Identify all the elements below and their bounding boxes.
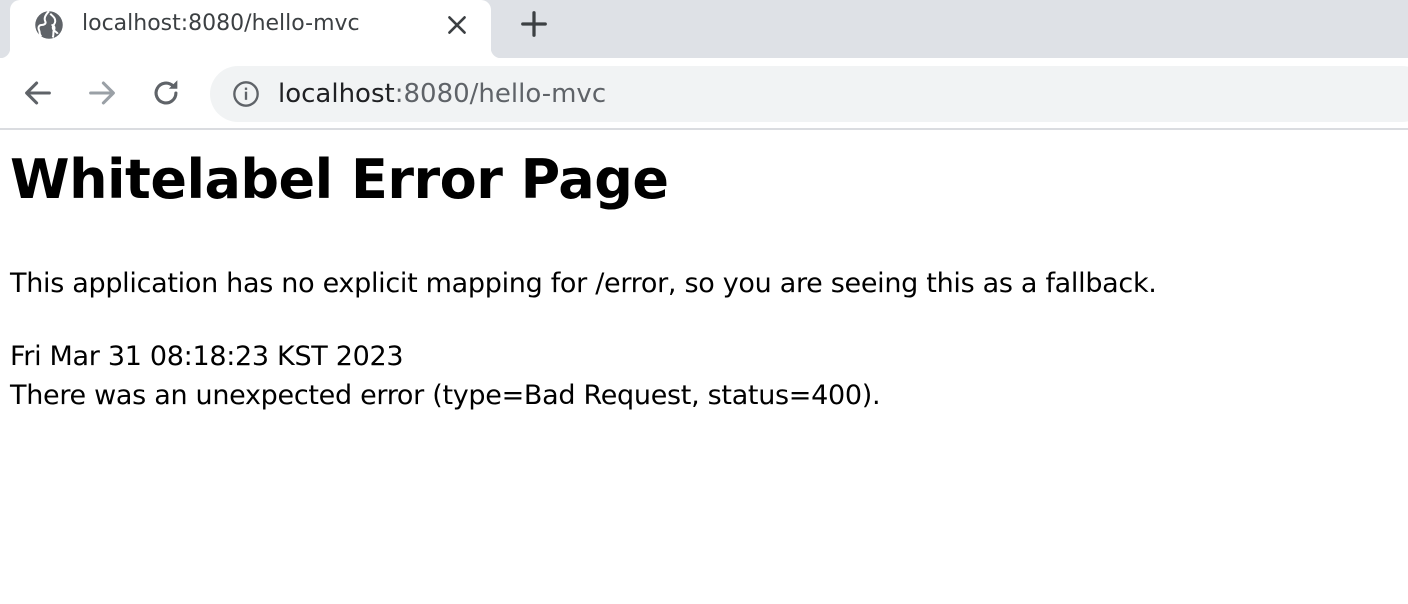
url-host: localhost (278, 79, 395, 109)
reload-icon[interactable] (149, 76, 183, 110)
info-icon[interactable] (232, 80, 260, 108)
browser-toolbar: localhost:8080/hello-mvc (0, 58, 1408, 130)
browser-tab[interactable]: localhost:8080/hello-mvc (0, 0, 501, 58)
forward-arrow-icon[interactable] (85, 76, 119, 110)
plus-icon[interactable] (519, 9, 549, 39)
globe-icon (35, 10, 63, 39)
url-text[interactable]: localhost:8080/hello-mvc (278, 78, 606, 110)
address-bar[interactable]: localhost:8080/hello-mvc (210, 66, 1408, 122)
error-message: This application has no explicit mapping… (10, 268, 1157, 299)
page-title: Whitelabel Error Page (10, 148, 669, 211)
page-content: Whitelabel Error Page This application h… (0, 132, 1408, 604)
tab-title: localhost:8080/hello-mvc (82, 11, 360, 36)
error-timestamp: Fri Mar 31 08:18:23 KST 2023 (10, 341, 404, 372)
url-path: :8080/hello-mvc (394, 79, 607, 109)
tab-strip: localhost:8080/hello-mvc (0, 0, 1408, 58)
back-arrow-icon[interactable] (21, 76, 55, 110)
error-detail: There was an unexpected error (type=Bad … (10, 380, 881, 411)
error-details: Fri Mar 31 08:18:23 KST 2023 There was a… (10, 337, 881, 415)
close-icon[interactable] (444, 12, 470, 38)
